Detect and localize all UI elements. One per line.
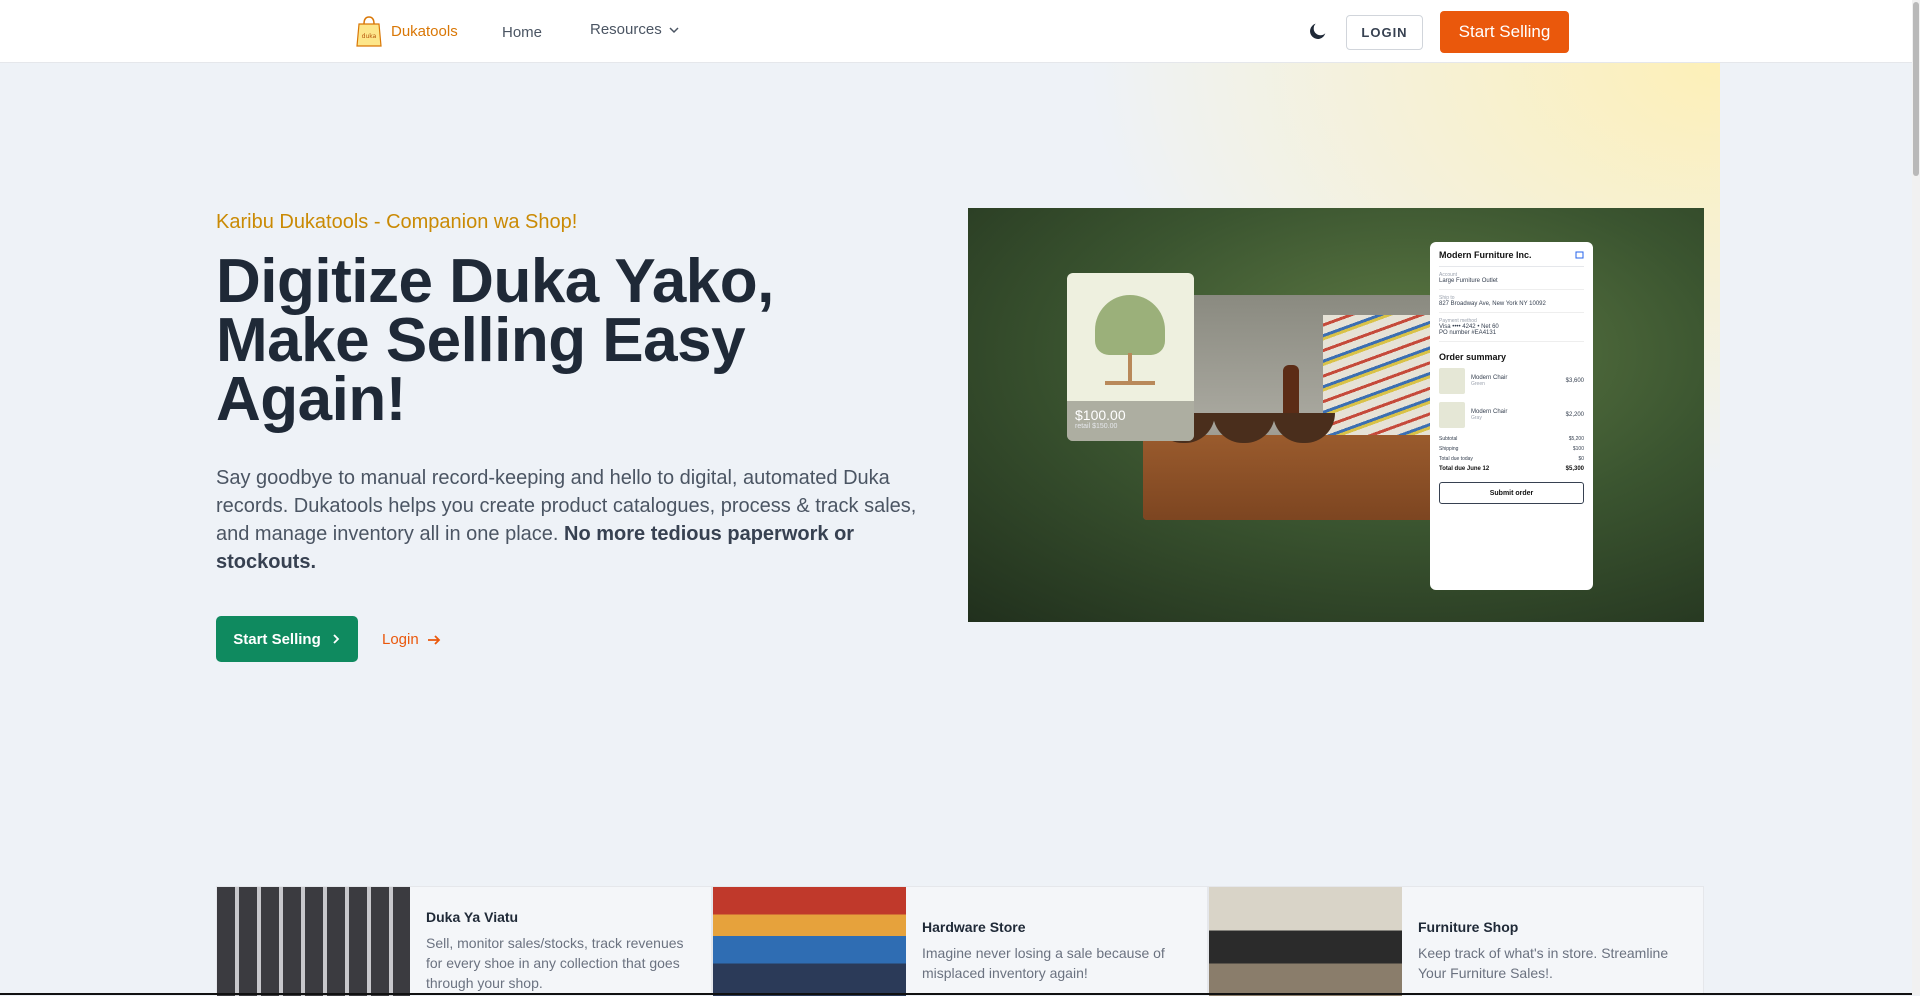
nav-resources-dropdown[interactable]: Resources: [590, 21, 680, 38]
item-thumbnail: [1439, 368, 1465, 394]
login-button[interactable]: LOGIN: [1346, 15, 1423, 50]
hero-description: Say goodbye to manual record-keeping and…: [216, 464, 941, 576]
hardware-store-image: [713, 887, 906, 996]
card-title: Duka Ya Viatu: [426, 909, 519, 925]
brand-logo[interactable]: duka Dukatools: [355, 14, 458, 48]
product-retail-price: retail $150.00: [1075, 423, 1118, 430]
order-item: Modern Chair Gray $2,200: [1439, 402, 1584, 428]
shipping-label: Shipping: [1439, 446, 1459, 452]
chair-image: [1095, 295, 1165, 355]
shipping-line: Shipping $100: [1439, 446, 1584, 452]
logo-icon: duka: [356, 16, 382, 47]
page-scrollbar[interactable]: [1912, 0, 1920, 995]
product-price-panel: $100.00 retail $150.00: [1067, 401, 1194, 441]
item-price: $3,600: [1565, 378, 1584, 384]
total-value: $5,300: [1565, 466, 1584, 472]
moon-icon[interactable]: [1307, 20, 1329, 42]
due-today-value: $0: [1578, 456, 1584, 462]
arrow-right-icon: [427, 634, 440, 645]
checkout-account: Account Large Furniture Outlet: [1439, 267, 1584, 290]
category-cards: Duka Ya Viatu Sell, monitor sales/stocks…: [216, 886, 1704, 996]
subtotal-value: $5,200: [1568, 436, 1584, 442]
checkout-ship-to: Ship to 827 Broadway Ave, New York NY 10…: [1439, 290, 1584, 313]
card-description: Keep track of what's in store. Streamlin…: [1418, 945, 1669, 981]
po-number: PO number #EA4131: [1439, 330, 1497, 336]
submit-order-button: Submit order: [1439, 482, 1584, 504]
due-today-label: Total due today: [1439, 456, 1473, 462]
nav-resources-label: Resources: [590, 21, 662, 38]
card-title: Furniture Shop: [1418, 919, 1519, 935]
subtotal-line: Subtotal $5,200: [1439, 436, 1584, 442]
shipping-value: $100: [1572, 446, 1584, 452]
product-price: $100.00: [1075, 407, 1126, 423]
hero-start-selling-label: Start Selling: [233, 630, 321, 648]
item-variant: Green: [1471, 381, 1485, 387]
hero-tagline: Karibu Dukatools - Companion wa Shop!: [216, 211, 578, 233]
wooden-sideboard: [1143, 435, 1433, 520]
due-today-line: Total due today $0: [1439, 456, 1584, 462]
checkout-card: Modern Furniture Inc. Account Large Furn…: [1430, 242, 1593, 590]
ship-value: 827 Broadway Ave, New York NY 10092: [1439, 301, 1546, 307]
category-card-hardware[interactable]: Hardware Store Imagine never losing a sa…: [712, 886, 1208, 996]
scrollbar-thumb[interactable]: [1913, 2, 1919, 176]
checkout-header: Modern Furniture Inc.: [1439, 250, 1584, 267]
hero-headline: Digitize Duka Yako, Make Selling Easy Ag…: [216, 247, 774, 434]
logo-text-mark: duka: [362, 33, 377, 40]
chair-base: [1105, 381, 1155, 385]
top-navbar: duka Dukatools Home Resources LOGIN Star…: [0, 0, 1912, 63]
item-thumbnail: [1439, 402, 1465, 428]
category-card-furniture[interactable]: Furniture Shop Keep track of what's in s…: [1208, 886, 1704, 996]
item-price: $2,200: [1565, 412, 1584, 418]
item-variant: Gray: [1471, 415, 1482, 421]
checkout-company: Modern Furniture Inc.: [1439, 250, 1532, 260]
category-card-shoes[interactable]: Duka Ya Viatu Sell, monitor sales/stocks…: [216, 886, 712, 996]
shoe-store-image: [217, 887, 410, 996]
striped-blanket: [1323, 315, 1433, 435]
total-line: Total due June 12 $5,300: [1439, 466, 1584, 472]
nav-home-link[interactable]: Home: [502, 24, 542, 41]
hero-login-link[interactable]: Login: [382, 631, 441, 648]
subtotal-label: Subtotal: [1439, 436, 1458, 442]
brand-name: Dukatools: [391, 22, 458, 40]
order-item: Modern Chair Green $3,600: [1439, 368, 1584, 394]
hero-login-label: Login: [382, 631, 419, 648]
hero-image: $100.00 retail $150.00 Modern Furniture …: [968, 208, 1704, 622]
card-description: Sell, monitor sales/stocks, track revenu…: [426, 935, 684, 991]
card-title: Hardware Store: [922, 919, 1026, 935]
card-description: Imagine never losing a sale because of m…: [922, 945, 1165, 981]
checkout-payment: Payment method Visa •••• 4242 • Net 60 P…: [1439, 313, 1584, 342]
furniture-shop-image: [1209, 887, 1402, 996]
total-label: Total due June 12: [1439, 466, 1490, 472]
hero-start-selling-button[interactable]: Start Selling: [216, 616, 358, 662]
start-selling-button[interactable]: Start Selling: [1440, 11, 1569, 53]
chevron-right-icon: [333, 634, 340, 644]
chevron-down-icon: [669, 26, 679, 33]
cart-icon: [1575, 251, 1584, 259]
product-card: $100.00 retail $150.00: [1067, 273, 1194, 441]
order-summary-title: Order summary: [1439, 352, 1507, 362]
chair-leg: [1128, 353, 1132, 383]
account-value: Large Furniture Outlet: [1439, 278, 1498, 284]
